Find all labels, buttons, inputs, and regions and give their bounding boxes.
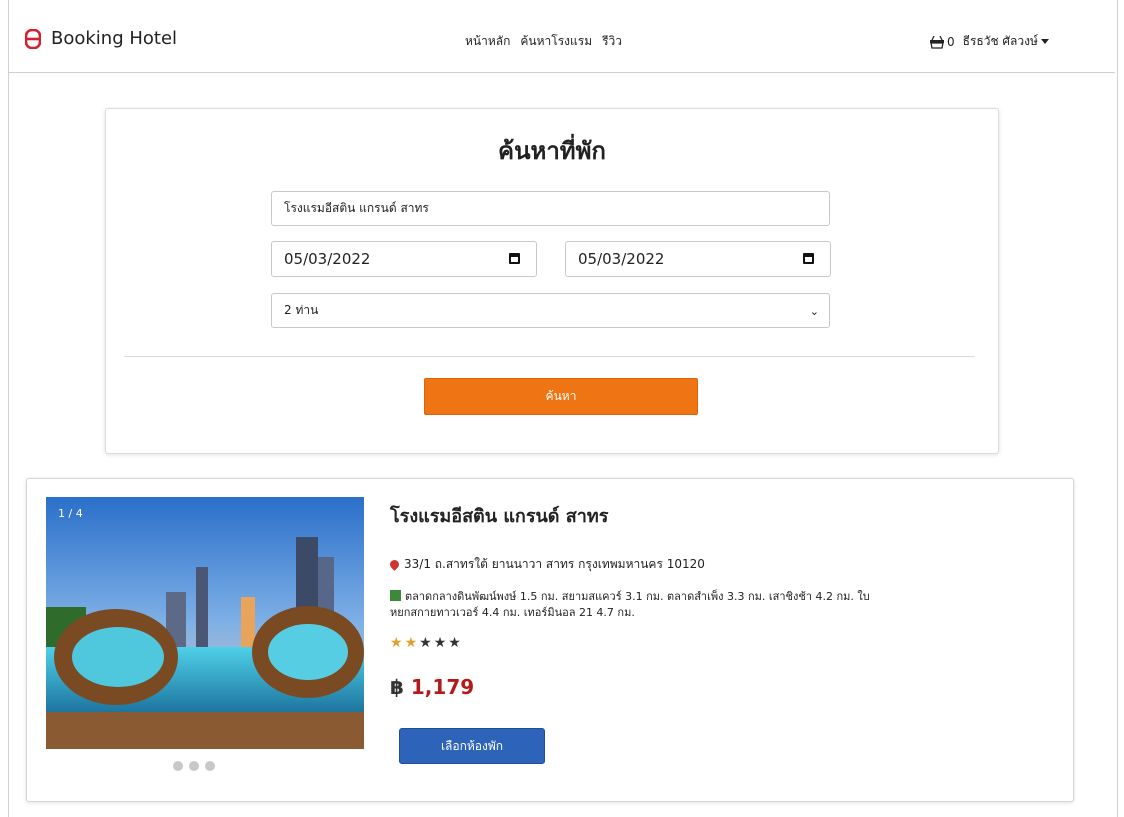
checkout-date-input[interactable]: 05/03/2022 (565, 241, 831, 277)
chevron-down-icon: ⌄ (809, 305, 819, 318)
carousel-dot[interactable] (173, 761, 183, 771)
user-dropdown[interactable]: ธีรธวัช ศัลวงษ์ (963, 32, 1049, 51)
hotel-photo-carousel[interactable]: 1 / 4 (46, 497, 364, 749)
star-empty-icon: ★ (419, 635, 434, 651)
star-filled-icon: ★ (390, 635, 405, 651)
nav-link-home[interactable]: หน้าหลัก (465, 32, 510, 51)
star-empty-icon: ★ (433, 635, 449, 651)
nav-link-review[interactable]: รีวิว (602, 32, 622, 51)
calendar-icon[interactable] (509, 253, 520, 264)
navbar: Booking Hotel หน้าหลัก ค้นหาโรงแรม รีวิว… (9, 10, 1115, 73)
hotel-input-value: โรงแรมอีสติน แกรนด์ สาทร (284, 201, 429, 215)
nav-right: 0 ธีรธวัช ศัลวงษ์ (929, 32, 1049, 51)
currency-symbol: ฿ (390, 675, 404, 699)
basket-icon (930, 35, 944, 49)
booking-logo-icon (25, 28, 41, 49)
calendar-icon[interactable] (803, 253, 814, 264)
brand[interactable]: Booking Hotel (25, 28, 177, 49)
guests-select[interactable]: 2 ท่าน ⌄ (271, 293, 830, 328)
hotel-photo (46, 497, 364, 749)
cart-button[interactable]: 0 (929, 35, 955, 49)
search-card: ค้นหาที่พัก โรงแรมอีสติน แกรนด์ สาทร 05/… (105, 108, 999, 454)
checkin-date-value: 05/03/2022 (284, 250, 371, 268)
divider (124, 356, 975, 357)
user-name: ธีรธวัช ศัลวงษ์ (962, 34, 1038, 48)
hotel-address: 33/1 ถ.สาทรใต้ ยานนาวา สาทร กรุงเทพมหานค… (388, 555, 705, 574)
carousel-dot[interactable] (189, 761, 199, 771)
caret-down-icon (1040, 39, 1049, 44)
star-rating: ★★★★★ (390, 635, 463, 651)
hotel-address-text: 33/1 ถ.สาทรใต้ ยานนาวา สาทร กรุงเทพมหานค… (404, 557, 705, 571)
star-empty-icon: ★ (448, 635, 463, 651)
nav-links: หน้าหลัก ค้นหาโรงแรม รีวิว (465, 32, 622, 51)
select-room-button[interactable]: เลือกห้องพัก (399, 728, 545, 764)
search-title: ค้นหาที่พัก (498, 137, 606, 165)
hotel-input[interactable]: โรงแรมอีสติน แกรนด์ สาทร (271, 191, 830, 226)
search-button[interactable]: ค้นหา (424, 378, 698, 415)
photo-counter: 1 / 4 (58, 507, 83, 520)
checkout-date-value: 05/03/2022 (578, 250, 665, 268)
map-pin-icon (388, 558, 401, 571)
price-amount: 1,179 (410, 675, 475, 699)
hotel-result-card: 1 / 4 โรงแรมอีสติน แกรนด์ สาทร 33/1 ถ.สา… (26, 478, 1074, 802)
carousel-dots (173, 761, 215, 771)
hotel-name[interactable]: โรงแรมอีสติน แกรนด์ สาทร (390, 501, 608, 530)
nearby-places-text: ตลาดกลางดินพัฒน์พงษ์ 1.5 กม. สยามสแควร์ … (390, 590, 870, 619)
hotel-price: ฿ 1,179 (390, 675, 474, 699)
carousel-dot[interactable] (205, 761, 215, 771)
checkin-date-input[interactable]: 05/03/2022 (271, 241, 537, 277)
building-icon (390, 590, 401, 601)
nearby-places: ตลาดกลางดินพัฒน์พงษ์ 1.5 กม. สยามสแควร์ … (390, 589, 870, 621)
cart-count: 0 (947, 34, 955, 49)
star-filled-icon: ★ (404, 635, 420, 651)
nav-link-search-hotel[interactable]: ค้นหาโรงแรม (520, 32, 592, 51)
guests-select-value: 2 ท่าน (284, 303, 319, 317)
brand-name: Booking Hotel (51, 28, 178, 49)
